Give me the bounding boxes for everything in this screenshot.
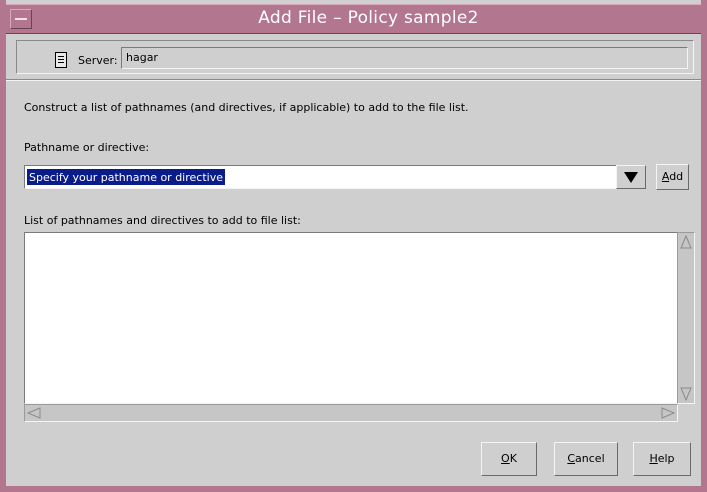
help-button-mnemonic: H [649, 452, 658, 465]
title-bar[interactable]: Add File – Policy sample2 [6, 4, 701, 34]
server-bar: Server: hagar [16, 40, 694, 74]
help-button[interactable]: Help [633, 442, 691, 476]
scroll-right-icon[interactable] [661, 407, 675, 419]
window-frame-bottom[interactable] [0, 486, 707, 492]
pathname-label: Pathname or directive: [24, 141, 150, 154]
help-button-label: elp [657, 452, 675, 465]
scroll-down-icon[interactable] [680, 387, 692, 401]
ok-button-label: K [509, 452, 517, 465]
divider [6, 79, 701, 81]
file-list[interactable] [24, 232, 678, 404]
window-frame-left[interactable] [0, 0, 6, 492]
ok-button-mnemonic: O [501, 452, 510, 465]
cancel-button-mnemonic: C [567, 452, 576, 465]
triangle-down-icon [624, 172, 638, 183]
window-title: Add File – Policy sample2 [258, 8, 479, 28]
pathname-dropdown-button[interactable] [616, 165, 646, 189]
window-menu-icon[interactable] [10, 9, 32, 29]
ok-button[interactable]: OK [481, 442, 537, 476]
pathname-combobox[interactable] [24, 165, 646, 189]
instructions-text: Construct a list of pathnames (and direc… [24, 101, 469, 114]
vertical-scrollbar[interactable] [677, 232, 695, 404]
cancel-button[interactable]: Cancel [554, 442, 618, 476]
scroll-left-icon[interactable] [27, 407, 41, 419]
add-file-dialog: Add File – Policy sample2 Server: hagar … [0, 0, 707, 492]
add-button[interactable]: Add [656, 164, 689, 190]
horizontal-scrollbar[interactable] [24, 404, 678, 422]
server-value-field: hagar [121, 47, 688, 69]
pathname-input[interactable] [27, 169, 225, 185]
cancel-button-label: ancel [575, 452, 605, 465]
file-list-label: List of pathnames and directives to add … [24, 214, 301, 227]
server-label: Server: [78, 54, 118, 67]
server-icon [55, 52, 67, 68]
window-frame-right[interactable] [701, 0, 707, 492]
scroll-up-icon[interactable] [680, 235, 692, 249]
add-button-label: dd [669, 170, 684, 183]
